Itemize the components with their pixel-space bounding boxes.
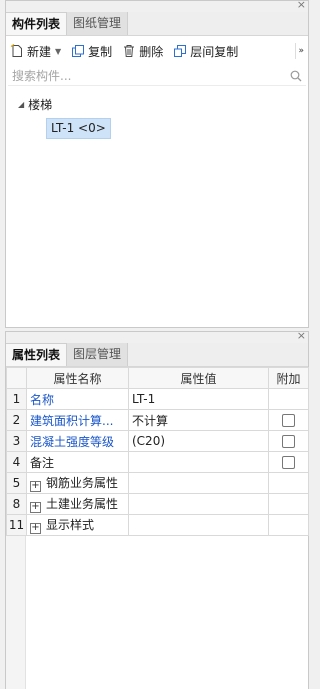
- property-value: [128, 493, 269, 515]
- property-value[interactable]: 不计算: [128, 409, 269, 431]
- extra-cell: [268, 472, 309, 494]
- tab-bar: 属性列表 图层管理: [6, 343, 308, 367]
- property-group-label: 钢筋业务属性: [46, 476, 119, 490]
- property-group-name: + 钢筋业务属性: [26, 472, 129, 494]
- extra-checkbox[interactable]: [282, 455, 295, 469]
- extra-cell: [268, 451, 309, 473]
- search-input[interactable]: 搜索构件...: [12, 67, 71, 84]
- tree-item-label: LT-1 <0>: [46, 117, 111, 139]
- tab-property-list[interactable]: 属性列表: [6, 343, 68, 366]
- row-number: 1: [6, 388, 27, 410]
- row-number: 11: [6, 514, 27, 536]
- row-number: 5: [6, 472, 27, 494]
- property-value[interactable]: (C20): [128, 430, 269, 452]
- close-icon[interactable]: ×: [297, 329, 306, 343]
- search-bar[interactable]: 搜索构件...: [8, 66, 306, 86]
- toolbar: 新建 ▼ 复制 删除 层间复制 »: [6, 36, 308, 66]
- property-list-panel: × 属性列表 图层管理 属性名称 属性值 附加 1 名称 LT-1 2 建筑面积…: [5, 329, 309, 689]
- property-value[interactable]: LT-1: [128, 388, 269, 410]
- property-name: 备注: [26, 451, 129, 473]
- panel-titlebar: ×: [6, 0, 308, 12]
- column-header-name: 属性名称: [26, 367, 129, 389]
- tab-drawing-management[interactable]: 图纸管理: [67, 12, 129, 35]
- close-icon[interactable]: ×: [297, 0, 306, 12]
- floor-copy-button[interactable]: 层间复制: [173, 43, 238, 60]
- expand-icon[interactable]: +: [30, 502, 41, 513]
- copy-button-label: 复制: [88, 44, 113, 59]
- floor-copy-icon: [174, 45, 187, 57]
- row-number-header: [6, 367, 27, 389]
- table-row[interactable]: 2 建筑面积计算... 不计算: [6, 409, 309, 431]
- new-button[interactable]: 新建 ▼: [10, 43, 61, 60]
- property-value: [128, 514, 269, 536]
- toolbar-overflow-icon[interactable]: »: [295, 43, 306, 59]
- property-name: 建筑面积计算...: [26, 409, 129, 431]
- table-row[interactable]: 4 备注: [6, 451, 309, 473]
- tree-node-label: 楼梯: [28, 97, 53, 112]
- component-list-panel: × 构件列表 图纸管理 新建 ▼ 复制 删除 层间复制 » 搜索构件... ◢ …: [5, 0, 309, 328]
- extra-checkbox[interactable]: [282, 413, 295, 427]
- row-number: 4: [6, 451, 27, 473]
- property-group-name: + 土建业务属性: [26, 493, 129, 515]
- table-row[interactable]: 5 + 钢筋业务属性: [6, 472, 309, 494]
- new-button-label: 新建: [27, 44, 52, 59]
- tab-layer-management[interactable]: 图层管理: [67, 343, 129, 366]
- tab-component-list[interactable]: 构件列表: [6, 12, 68, 35]
- expand-icon[interactable]: +: [30, 481, 41, 492]
- delete-button[interactable]: 删除: [122, 43, 163, 60]
- delete-button-label: 删除: [139, 44, 164, 59]
- extra-cell: [268, 388, 309, 410]
- copy-button[interactable]: 复制: [71, 43, 112, 60]
- row-number: 3: [6, 430, 27, 452]
- tree-node-stairs[interactable]: ◢ 楼梯: [6, 92, 308, 116]
- tab-bar: 构件列表 图纸管理: [6, 12, 308, 36]
- extra-cell: [268, 409, 309, 431]
- trash-icon: [124, 45, 135, 57]
- property-name: 混凝土强度等级: [26, 430, 129, 452]
- column-header-extra: 附加: [268, 367, 309, 389]
- property-group-name: + 显示样式: [26, 514, 129, 536]
- component-tree: ◢ 楼梯 LT-1 <0>: [6, 86, 308, 140]
- property-value: [128, 472, 269, 494]
- extra-checkbox[interactable]: [282, 434, 295, 448]
- copy-icon: [72, 45, 85, 57]
- row-number-gutter: [6, 536, 26, 689]
- row-number: 8: [6, 493, 27, 515]
- table-row[interactable]: 8 + 土建业务属性: [6, 493, 309, 515]
- panel-titlebar: ×: [6, 329, 308, 343]
- extra-cell: [268, 514, 309, 536]
- table-header-row: 属性名称 属性值 附加: [6, 367, 309, 389]
- table-row[interactable]: 3 混凝土强度等级 (C20): [6, 430, 309, 452]
- extra-cell: [268, 430, 309, 452]
- property-group-label: 显示样式: [46, 518, 95, 532]
- property-name: 名称: [26, 388, 129, 410]
- collapse-arrow-icon[interactable]: ◢: [18, 100, 24, 109]
- extra-cell: [268, 493, 309, 515]
- row-number: 2: [6, 409, 27, 431]
- table-row[interactable]: 1 名称 LT-1: [6, 388, 309, 410]
- property-table: 属性名称 属性值 附加 1 名称 LT-1 2 建筑面积计算... 不计算 3 …: [6, 367, 309, 536]
- tree-item-lt1[interactable]: LT-1 <0>: [6, 116, 308, 140]
- property-group-label: 土建业务属性: [46, 497, 119, 511]
- table-row[interactable]: 11 + 显示样式: [6, 514, 309, 536]
- column-header-value: 属性值: [128, 367, 269, 389]
- new-file-icon: [10, 44, 22, 57]
- search-icon[interactable]: [290, 70, 302, 82]
- expand-icon[interactable]: +: [30, 523, 41, 534]
- property-value[interactable]: [128, 451, 269, 473]
- floor-copy-button-label: 层间复制: [190, 44, 239, 59]
- chevron-down-icon[interactable]: ▼: [55, 47, 61, 56]
